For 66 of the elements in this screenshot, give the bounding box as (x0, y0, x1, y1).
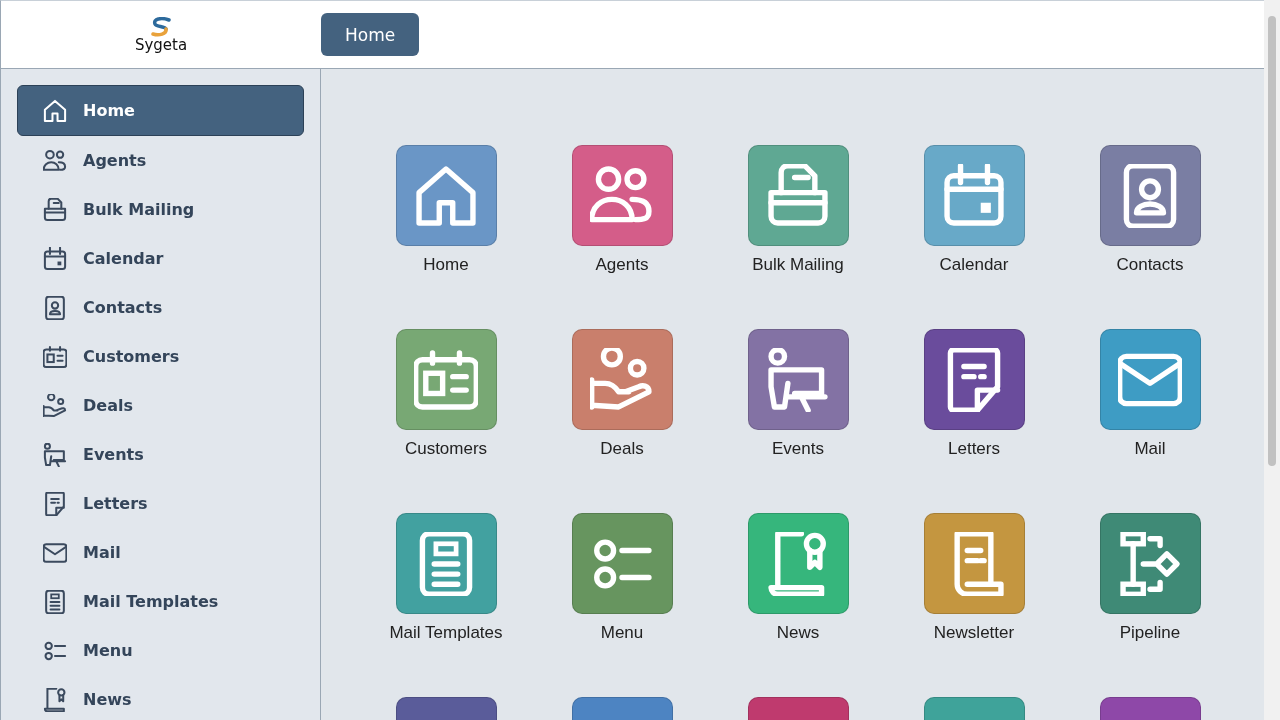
tile-label: Customers (404, 439, 488, 459)
app-tile[interactable] (747, 145, 849, 246)
id-card-icon (414, 347, 478, 412)
tile-label: Mail Templates (389, 623, 503, 643)
sidebar-item[interactable]: Deals (17, 381, 304, 430)
people-icon (43, 148, 67, 173)
tile-label: Deals (600, 439, 644, 459)
tile-label: Calendar (939, 255, 1009, 275)
tile-label: Pipeline (1119, 623, 1181, 643)
sidebar-item[interactable]: Contacts (17, 283, 304, 332)
document-icon (43, 589, 67, 614)
tile-label: Mail (1134, 439, 1166, 459)
hand-people-icon (590, 347, 654, 412)
contact-card-icon (43, 295, 67, 320)
logo-text: Sygeta (134, 36, 188, 53)
app-tile[interactable] (571, 145, 673, 246)
envelope-icon (43, 540, 67, 565)
app-tile[interactable] (395, 329, 497, 430)
sidebar-item[interactable]: Mail (17, 528, 304, 577)
app-tile[interactable] (747, 513, 849, 614)
tile-label: Contacts (1116, 255, 1184, 275)
sidebar-item[interactable]: Events (17, 430, 304, 479)
calendar-icon (43, 246, 67, 271)
inbox-tray-icon (766, 163, 830, 228)
tile-label: Letters (948, 439, 1000, 459)
sidebar-item[interactable]: Bulk Mailing (17, 185, 304, 234)
app-tile[interactable] (747, 329, 849, 430)
tile-label: Events (772, 439, 824, 459)
app-tile[interactable] (1099, 145, 1201, 246)
app-tile[interactable] (571, 513, 673, 614)
scrollbar[interactable] (1264, 0, 1280, 720)
sidebar-item[interactable]: Agents (17, 136, 304, 185)
app-tile[interactable] (395, 145, 497, 246)
app-tile[interactable] (571, 329, 673, 430)
calendar-icon (942, 163, 1006, 228)
header-button[interactable]: Home (321, 13, 420, 56)
house-icon (414, 163, 478, 228)
app-tile[interactable] (923, 329, 1025, 430)
certificate-icon (43, 687, 67, 712)
tile-label: Agents (595, 255, 649, 275)
sidebar-item[interactable]: Menu (17, 626, 304, 675)
tile-label: Menu (600, 623, 644, 643)
tile-label: News (776, 623, 820, 643)
flowchart-icon (1118, 531, 1182, 596)
sidebar-item[interactable]: Letters (17, 479, 304, 528)
id-card-icon (43, 344, 67, 369)
presenter-icon (43, 442, 67, 467)
app-tile[interactable] (1099, 513, 1201, 614)
sidebar-item[interactable]: News (17, 675, 304, 720)
app-tile[interactable] (923, 513, 1025, 614)
tile-label: Newsletter (933, 623, 1015, 643)
tile-label: Home (423, 255, 469, 275)
inbox-tray-icon (43, 197, 67, 222)
hand-people-icon (43, 393, 67, 418)
scrollbar-thumb[interactable] (1268, 16, 1276, 466)
app-tile[interactable] (923, 145, 1025, 246)
presenter-icon (766, 347, 830, 412)
sidebar-item[interactable]: Customers (17, 332, 304, 381)
sidebar-item[interactable]: Mail Templates (17, 577, 304, 626)
app-tile[interactable] (1099, 329, 1201, 430)
sidebar-item[interactable]: Home (17, 85, 304, 136)
app-tile[interactable] (395, 513, 497, 614)
sidebar-item[interactable]: Calendar (17, 234, 304, 283)
note-icon (43, 491, 67, 516)
house-icon (43, 98, 67, 123)
tile-label: Bulk Mailing (752, 255, 844, 275)
